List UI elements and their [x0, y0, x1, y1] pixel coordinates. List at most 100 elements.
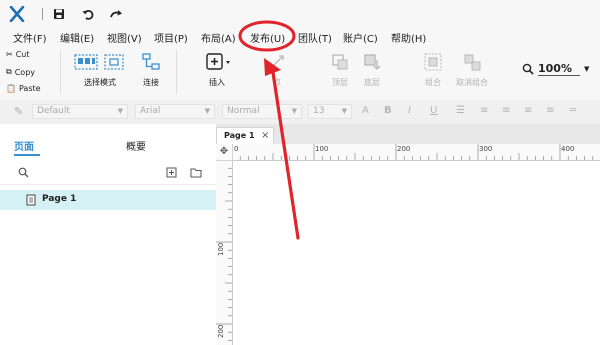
hruler-label: 400: [561, 145, 575, 153]
toolbar-ribbon: ✂ Cut ⧉ Copy 📋 Paste 选择模式 连接 插入 点 顶层 底层 …: [0, 46, 600, 101]
connect-label: 连接: [143, 78, 159, 87]
copy-icon: ⧉: [6, 67, 12, 76]
page-item-label: Page 1: [42, 194, 77, 204]
font-family-dropdown[interactable]: Arial ▼: [135, 104, 215, 119]
vertical-ruler: 100 200: [216, 160, 233, 345]
text-color-icon[interactable]: A: [362, 105, 369, 116]
menu-team[interactable]: 团队(T): [298, 30, 332, 45]
bring-to-top-button[interactable]: 顶层: [325, 52, 355, 88]
point-label: 点: [273, 78, 281, 87]
pages-search-row: [0, 162, 216, 185]
point-button[interactable]: 点: [262, 52, 292, 88]
cut-label: Cut: [15, 50, 30, 59]
zoom-control[interactable]: 100% ▼: [522, 62, 589, 76]
horizontal-ruler-ticks: [232, 144, 594, 160]
align-left-icon[interactable]: ≡: [480, 105, 488, 116]
font-size-dropdown[interactable]: 13 ▼: [308, 104, 352, 119]
point-icon: [270, 55, 284, 69]
connect-button[interactable]: 连接: [137, 52, 165, 88]
chevron-down-icon: ▼: [204, 107, 210, 115]
style-edit-icon[interactable]: ✎: [14, 105, 23, 118]
menu-view[interactable]: 视图(V): [107, 30, 142, 45]
zoom-value: 100%: [538, 62, 580, 76]
save-icon[interactable]: [50, 5, 68, 23]
send-to-bottom-button[interactable]: 底层: [357, 52, 387, 88]
insert-label: 插入: [209, 78, 225, 87]
menu-help[interactable]: 帮助(H): [391, 30, 426, 45]
add-folder-icon[interactable]: [190, 167, 202, 178]
quick-bar-divider: [42, 8, 43, 20]
horizontal-ruler: 0 100 200 300 400: [232, 144, 600, 161]
search-icon[interactable]: [18, 167, 29, 178]
chevron-down-icon: ▼: [291, 107, 297, 115]
hruler-label: 200: [397, 145, 411, 153]
ungroup-button[interactable]: 取消组合: [452, 52, 492, 88]
ungroup-label: 取消组合: [456, 78, 488, 87]
menu-layout[interactable]: 布局(A): [201, 30, 236, 45]
menu-account[interactable]: 账户(C): [343, 30, 378, 45]
vruler-label: 200: [217, 324, 225, 338]
redo-icon[interactable]: [107, 5, 125, 23]
menu-project[interactable]: 项目(P): [154, 30, 188, 45]
insert-plus-icon: [206, 53, 230, 70]
size-value: 13: [313, 106, 325, 116]
copy-label: Copy: [14, 67, 36, 77]
font-weight-dropdown[interactable]: Normal ▼: [222, 104, 302, 119]
document-tab-strip: Page 1 ×: [216, 124, 600, 145]
bullet-list-icon[interactable]: ☰: [456, 105, 465, 116]
tab-pages[interactable]: 页面: [14, 138, 34, 153]
style-value: Default: [37, 106, 70, 116]
hruler-label: 100: [315, 145, 329, 153]
copy-button[interactable]: ⧉ Copy: [6, 67, 35, 77]
select-mode-label: 选择模式: [84, 78, 116, 87]
document-tab-label: Page 1: [224, 131, 255, 140]
design-canvas[interactable]: [233, 161, 600, 345]
underline-icon[interactable]: U: [430, 105, 437, 116]
italic-icon[interactable]: I: [408, 105, 411, 116]
justify-icon[interactable]: ≡: [546, 105, 554, 116]
close-tab-icon[interactable]: ×: [261, 130, 269, 141]
select-mode-icon: [74, 54, 124, 70]
add-page-icon[interactable]: [166, 167, 177, 178]
axure-x-logo-icon[interactable]: [8, 5, 26, 23]
font-value: Arial: [140, 106, 161, 116]
menu-file[interactable]: 文件(F): [13, 30, 47, 45]
align-right-icon[interactable]: ≡: [524, 105, 532, 116]
chevron-down-icon: ▼: [341, 107, 347, 115]
magnifier-icon: [522, 63, 534, 75]
scissors-icon: ✂: [6, 50, 13, 59]
document-tab[interactable]: Page 1 ×: [216, 127, 274, 144]
pages-panel: 页面 概要 Page 1: [0, 124, 217, 345]
line-style-icon[interactable]: ═: [570, 105, 576, 116]
cut-button[interactable]: ✂ Cut: [6, 50, 30, 59]
clipboard-icon: 📋: [6, 84, 16, 93]
undo-icon[interactable]: [79, 5, 97, 23]
bold-icon[interactable]: B: [384, 105, 392, 116]
paste-button[interactable]: 📋 Paste: [6, 84, 41, 93]
style-dropdown[interactable]: Default ▼: [32, 104, 128, 119]
menu-edit[interactable]: 编辑(E): [60, 30, 94, 45]
group-label: 组合: [425, 78, 441, 87]
ungroup-icon: [464, 54, 481, 71]
align-center-icon[interactable]: ≡: [502, 105, 510, 116]
vruler-label: 100: [217, 242, 225, 256]
send-back-icon: [364, 54, 381, 70]
paste-label: Paste: [18, 84, 41, 93]
page-list-item[interactable]: Page 1: [0, 190, 216, 210]
ribbon-divider: [60, 50, 61, 94]
active-tab-indicator: [14, 154, 40, 156]
canvas-area: Page 1 × ✥ 0 100 200 300 400 100 200: [216, 124, 600, 345]
insert-button[interactable]: 插入: [200, 52, 234, 88]
ruler-origin-icon[interactable]: ✥: [216, 144, 233, 161]
hruler-label: 0: [234, 145, 239, 153]
quick-access-bar: [0, 0, 600, 28]
hruler-label: 300: [479, 145, 493, 153]
menu-bar: 文件(F) 编辑(E) 视图(V) 项目(P) 布局(A) 发布(U) 团队(T…: [0, 28, 600, 47]
group-button[interactable]: 组合: [418, 52, 448, 88]
select-mode-button[interactable]: 选择模式: [70, 52, 130, 88]
chevron-down-icon: ▼: [117, 107, 123, 115]
top-label: 顶层: [332, 78, 348, 87]
ribbon-divider: [176, 50, 177, 94]
menu-publish[interactable]: 发布(U): [250, 30, 285, 45]
tab-outline[interactable]: 概要: [126, 138, 146, 153]
